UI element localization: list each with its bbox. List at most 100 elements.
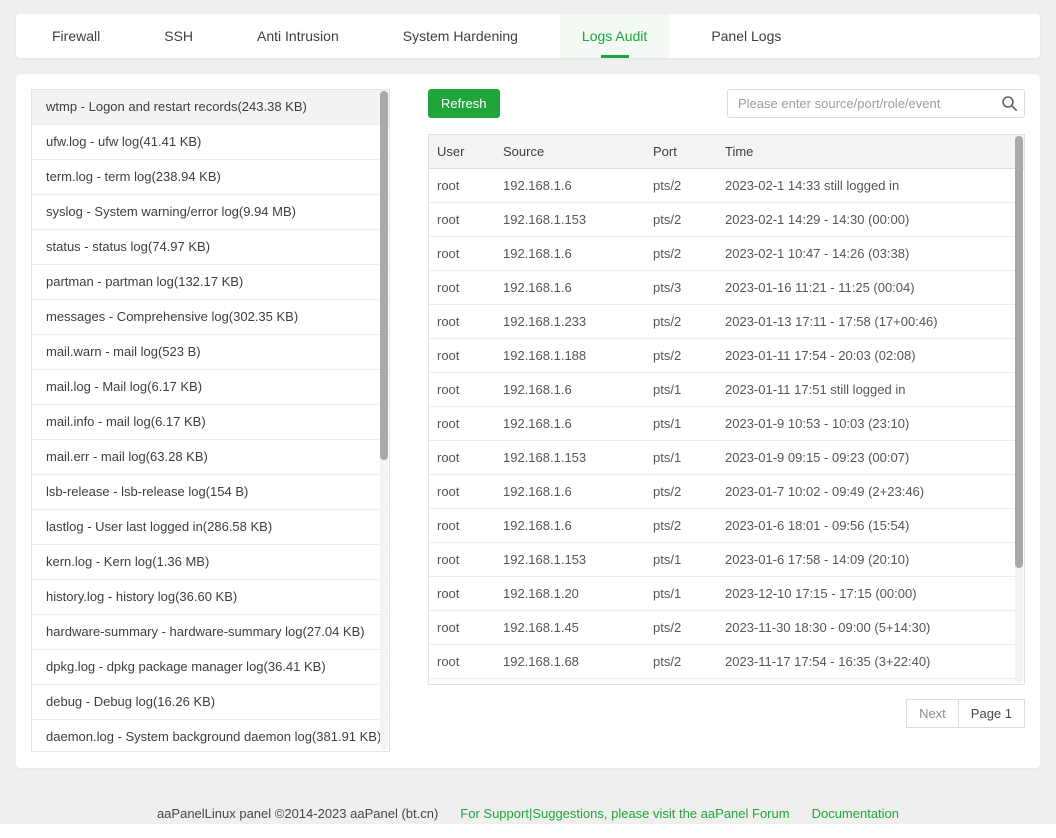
log-file-item[interactable]: mail.err - mail log(63.28 KB) bbox=[32, 440, 389, 475]
log-file-item[interactable]: term.log - term log(238.94 KB) bbox=[32, 160, 389, 195]
table-row: root 192.168.1.188 pts/2 2023-01-11 17:5… bbox=[429, 338, 1024, 372]
table-row: root 192.168.1.6 pts/1 2023-01-11 17:51 … bbox=[429, 372, 1024, 406]
time-cell: 2023-01-13 17:11 - 17:58 (17+00:46) bbox=[717, 304, 1024, 338]
sidebar-scrollbar-track[interactable] bbox=[380, 91, 388, 750]
tab[interactable]: Panel Logs bbox=[689, 14, 803, 58]
tab[interactable]: System Hardening bbox=[381, 14, 540, 58]
port-cell: pts/2 bbox=[645, 474, 717, 508]
page-background: Firewall SSH Anti Intrusion System Harde… bbox=[0, 0, 1056, 824]
port-cell: pts/1 bbox=[645, 576, 717, 610]
log-file-item[interactable]: kern.log - Kern log(1.36 MB) bbox=[32, 545, 389, 580]
time-cell: 2023-02-1 14:29 - 14:30 (00:00) bbox=[717, 202, 1024, 236]
source-cell: 192.168.1.20 bbox=[495, 576, 645, 610]
tab[interactable]: Anti Intrusion bbox=[235, 14, 361, 58]
tab-label: SSH bbox=[164, 28, 193, 44]
log-file-item[interactable]: ufw.log - ufw log(41.41 KB) bbox=[32, 125, 389, 160]
log-file-item[interactable]: syslog - System warning/error log(9.94 M… bbox=[32, 195, 389, 230]
time-cell: 2023-01-11 17:51 still logged in bbox=[717, 372, 1024, 406]
log-file-item[interactable]: debug - Debug log(16.26 KB) bbox=[32, 685, 389, 720]
search-box bbox=[727, 89, 1025, 118]
user-cell: root bbox=[429, 406, 495, 440]
tab-label: Logs Audit bbox=[582, 28, 647, 44]
port-cell: pts/2 bbox=[645, 236, 717, 270]
time-cell: 2023-12-10 17:15 - 17:15 (00:00) bbox=[717, 576, 1024, 610]
sidebar-scrollbar-thumb[interactable] bbox=[380, 91, 388, 460]
table-scrollbar-thumb[interactable] bbox=[1015, 136, 1023, 568]
source-cell: 192.168.1.153 bbox=[495, 202, 645, 236]
column-header: Source bbox=[495, 135, 645, 168]
source-cell: 192.168.1.6 bbox=[495, 406, 645, 440]
time-cell: 2023-01-6 17:58 - 14:09 (20:10) bbox=[717, 542, 1024, 576]
table-row: root 192.168.1.6 pts/3 2023-01-16 11:21 … bbox=[429, 270, 1024, 304]
main-card: wtmp - Logon and restart records(243.38 … bbox=[16, 74, 1040, 768]
log-file-item[interactable]: mail.warn - mail log(523 B) bbox=[32, 335, 389, 370]
user-cell: root bbox=[429, 168, 495, 202]
search-input[interactable] bbox=[727, 89, 1025, 118]
refresh-button[interactable]: Refresh bbox=[428, 89, 500, 118]
log-file-item-label: term.log - term log(238.94 KB) bbox=[46, 169, 221, 184]
pagination: Next Page 1 bbox=[428, 699, 1025, 728]
pagination-page-button[interactable]: Page 1 bbox=[958, 699, 1025, 728]
log-file-item-label: mail.warn - mail log(523 B) bbox=[46, 344, 201, 359]
source-cell: 192.168.1.6 bbox=[495, 236, 645, 270]
user-cell: root bbox=[429, 474, 495, 508]
log-file-item[interactable]: messages - Comprehensive log(302.35 KB) bbox=[32, 300, 389, 335]
log-file-item[interactable]: hardware-summary - hardware-summary log(… bbox=[32, 615, 389, 650]
footer-support-link[interactable]: For Support|Suggestions, please visit th… bbox=[460, 806, 789, 821]
log-file-item[interactable]: daemon.log - System background daemon lo… bbox=[32, 720, 389, 752]
log-file-item[interactable]: mail.log - Mail log(6.17 KB) bbox=[32, 370, 389, 405]
time-cell: 2023-01-11 17:54 - 20:03 (02:08) bbox=[717, 338, 1024, 372]
tab-label: System Hardening bbox=[403, 28, 518, 44]
column-header: User bbox=[429, 135, 495, 168]
pagination-next-button[interactable]: Next bbox=[906, 699, 959, 728]
tab[interactable]: SSH bbox=[142, 14, 215, 58]
log-file-item-label: mail.log - Mail log(6.17 KB) bbox=[46, 379, 202, 394]
tab[interactable]: Firewall bbox=[30, 14, 122, 58]
table-row: root 192.168.1.6 pts/2 2023-02-1 10:47 -… bbox=[429, 236, 1024, 270]
log-file-item-label: status - status log(74.97 KB) bbox=[46, 239, 210, 254]
log-file-item[interactable]: mail.info - mail log(6.17 KB) bbox=[32, 405, 389, 440]
log-file-item[interactable]: wtmp - Logon and restart records(243.38 … bbox=[32, 90, 389, 125]
column-header: Port bbox=[645, 135, 717, 168]
footer-docs-link[interactable]: Documentation bbox=[812, 806, 899, 821]
source-cell: 192.168.1.188 bbox=[495, 338, 645, 372]
user-cell: root bbox=[429, 372, 495, 406]
log-file-item[interactable]: lsb-release - lsb-release log(154 B) bbox=[32, 475, 389, 510]
table-header-row: User Source Port Time bbox=[429, 135, 1024, 168]
log-file-item[interactable]: dpkg.log - dpkg package manager log(36.4… bbox=[32, 650, 389, 685]
toolbar: Refresh bbox=[428, 89, 1025, 118]
source-cell: 192.168.1.68 bbox=[495, 644, 645, 678]
log-file-item-label: mail.info - mail log(6.17 KB) bbox=[46, 414, 206, 429]
log-file-item-label: mail.err - mail log(63.28 KB) bbox=[46, 449, 208, 464]
tab[interactable]: Logs Audit bbox=[560, 14, 669, 58]
time-cell: 2023-01-6 18:01 - 09:56 (15:54) bbox=[717, 508, 1024, 542]
tab-bar: Firewall SSH Anti Intrusion System Harde… bbox=[16, 14, 1040, 58]
search-icon[interactable] bbox=[1001, 95, 1018, 112]
port-cell: pts/2 bbox=[645, 168, 717, 202]
port-cell: pts/2 bbox=[645, 508, 717, 542]
port-cell: pts/1 bbox=[645, 372, 717, 406]
table-row: root 192.168.1.6 pts/1 2023-01-9 10:53 -… bbox=[429, 406, 1024, 440]
user-cell: root bbox=[429, 542, 495, 576]
user-cell: root bbox=[429, 270, 495, 304]
user-cell: root bbox=[429, 236, 495, 270]
port-cell: pts/1 bbox=[645, 440, 717, 474]
log-file-item-label: hardware-summary - hardware-summary log(… bbox=[46, 624, 365, 639]
log-file-item-label: daemon.log - System background daemon lo… bbox=[46, 729, 381, 744]
table-row: root 192.168.1.6 pts/2 2023-01-6 18:01 -… bbox=[429, 508, 1024, 542]
source-cell: 192.168.1.6 bbox=[495, 508, 645, 542]
log-file-item[interactable]: status - status log(74.97 KB) bbox=[32, 230, 389, 265]
time-cell: 2023-11-17 17:54 - 16:35 (3+22:40) bbox=[717, 644, 1024, 678]
table-row: root 192.168.1.153 pts/2 2023-02-1 14:29… bbox=[429, 202, 1024, 236]
log-file-item[interactable]: lastlog - User last logged in(286.58 KB) bbox=[32, 510, 389, 545]
log-file-item[interactable]: partman - partman log(132.17 KB) bbox=[32, 265, 389, 300]
log-file-item-label: syslog - System warning/error log(9.94 M… bbox=[46, 204, 296, 219]
log-file-list: wtmp - Logon and restart records(243.38 … bbox=[31, 89, 390, 752]
log-file-item-label: ufw.log - ufw log(41.41 KB) bbox=[46, 134, 201, 149]
table-row: root 192.168.1.45 pts/2 2023-11-30 18:30… bbox=[429, 610, 1024, 644]
log-file-items: wtmp - Logon and restart records(243.38 … bbox=[32, 90, 389, 752]
time-cell: 2023-01-9 10:53 - 10:03 (23:10) bbox=[717, 406, 1024, 440]
log-file-item-label: debug - Debug log(16.26 KB) bbox=[46, 694, 215, 709]
log-file-item[interactable]: history.log - history log(36.60 KB) bbox=[32, 580, 389, 615]
table-scrollbar-track[interactable] bbox=[1015, 136, 1023, 683]
